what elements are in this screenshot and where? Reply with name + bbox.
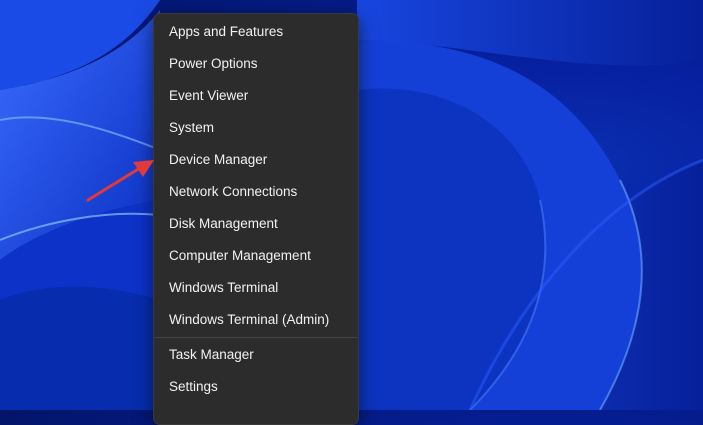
red-arrow-annotation xyxy=(86,160,154,202)
